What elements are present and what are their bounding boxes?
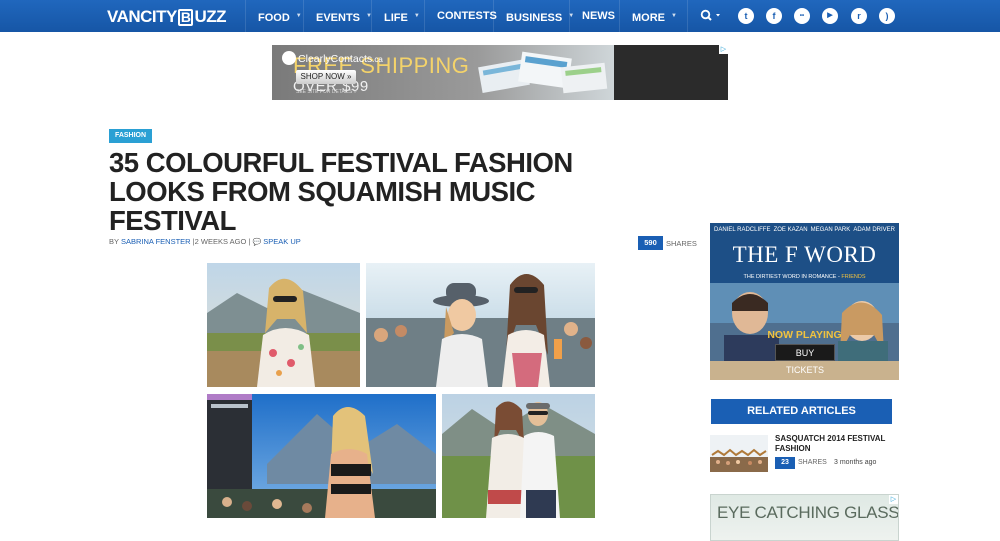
twitter-icon[interactable]: t bbox=[738, 8, 754, 24]
related-shares-label: SHARES bbox=[798, 459, 827, 466]
nav-item-label: MORE bbox=[632, 12, 665, 24]
now-playing-label: NOW PLAYING bbox=[767, 329, 842, 341]
cast-member: MEGAN PARK bbox=[810, 227, 851, 233]
banner-ad[interactable]: FREE SHIPPING OVER $99 ClearlyContacts.c… bbox=[272, 45, 728, 100]
article-title: 35 COLOURFUL FESTIVAL FASHION LOOKS FROM… bbox=[109, 147, 573, 236]
cast-member: ZOE KAZAN bbox=[773, 227, 808, 233]
byline-prefix: BY bbox=[109, 237, 119, 246]
related-article-time: 3 months ago bbox=[834, 459, 877, 466]
nav-item-label: BUSINESS bbox=[506, 12, 563, 24]
logo-text-b: B bbox=[177, 9, 194, 26]
logo-text-right: UZZ bbox=[194, 7, 227, 26]
movie-tagline: THE DIRTIEST WORD IN ROMANCE - FRIENDS bbox=[710, 274, 899, 280]
search-button[interactable] bbox=[700, 9, 722, 23]
author-link[interactable]: SABRINA FENSTER bbox=[121, 237, 191, 246]
nav-item-business[interactable]: BUSINESS ▼ bbox=[493, 0, 574, 32]
banner-ad-brand: ClearlyContacts.ca bbox=[282, 51, 383, 65]
nav-item-label: LIFE bbox=[384, 12, 408, 24]
byline-separator: | bbox=[248, 237, 251, 246]
nav-item-label: EVENTS bbox=[316, 12, 361, 24]
cast-member: ADAM DRIVER bbox=[853, 227, 895, 233]
banner-ad-brand-name: ClearlyContacts bbox=[298, 53, 373, 65]
related-articles-heading: RELATED ARTICLES bbox=[711, 399, 892, 424]
adchoices-icon[interactable]: ▷ bbox=[889, 495, 898, 504]
shop-now-button[interactable]: SHOP NOW » bbox=[296, 70, 356, 84]
cast-member: DANIEL RADCLIFFE bbox=[714, 227, 771, 233]
youtube-icon[interactable]: ▶ bbox=[822, 8, 838, 24]
publish-time: 2 WEEKS AGO bbox=[194, 237, 247, 246]
tagline-accent: FRIENDS bbox=[841, 274, 866, 280]
related-share-count: 23 bbox=[775, 457, 795, 469]
chevron-down-icon: ▼ bbox=[671, 13, 677, 19]
nav-item-label: NEWS bbox=[582, 10, 615, 22]
festival-photo-4[interactable] bbox=[442, 394, 595, 518]
contact-lens-boxes-image bbox=[478, 51, 608, 94]
speak-up-link[interactable]: 💬 SPEAK UP bbox=[252, 237, 300, 246]
logo-text-left: VANCITY bbox=[107, 7, 177, 26]
reddit-icon[interactable]: r bbox=[851, 8, 867, 24]
top-navigation-bar: VANCITY B UZZ FOOD ▼ EVENTS ▼ LIFE ▼ CONTESTS… bbox=[0, 0, 1000, 32]
banner-ad-details-link[interactable]: SEE SITE FOR DETAILS » bbox=[296, 89, 356, 95]
comment-icon: 💬 bbox=[252, 239, 262, 246]
nav-item-life[interactable]: LIFE ▼ bbox=[371, 0, 424, 32]
banner-ad-brand-suffix: .ca bbox=[372, 55, 383, 64]
tagline-main: THE DIRTIEST WORD IN ROMANCE - bbox=[743, 274, 842, 280]
nav-item-label: CONTESTS bbox=[437, 10, 497, 22]
facebook-icon[interactable]: f bbox=[766, 8, 782, 24]
nav-item-news[interactable]: NEWS bbox=[569, 0, 619, 32]
clearlycontacts-logo-icon bbox=[282, 51, 296, 65]
site-logo[interactable]: VANCITY B UZZ bbox=[107, 7, 227, 27]
nav-item-label: FOOD bbox=[258, 12, 290, 24]
movie-cast-list: DANIEL RADCLIFFE ZOE KAZAN MEGAN PARK AD… bbox=[714, 227, 895, 233]
nav-item-food[interactable]: FOOD ▼ bbox=[245, 0, 303, 32]
shares-label: SHARES bbox=[666, 239, 697, 248]
related-article-thumbnail[interactable] bbox=[710, 435, 768, 472]
category-tag[interactable]: FASHION bbox=[109, 129, 152, 143]
share-count-badge[interactable]: 590 bbox=[638, 236, 663, 250]
chevron-down-icon: ▼ bbox=[413, 13, 420, 19]
glasses-ad[interactable]: EYE CATCHING GLASSES ▷ bbox=[710, 494, 899, 541]
nav-item-more[interactable]: MORE ▼ bbox=[619, 0, 688, 32]
nav-item-contests[interactable]: CONTESTS bbox=[424, 0, 497, 32]
movie-title: THE F WORD bbox=[732, 242, 877, 267]
article-byline: BY SABRINA FENSTER |2 WEEKS AGO | 💬 SPEA… bbox=[109, 237, 301, 246]
festival-photo-2[interactable] bbox=[366, 263, 595, 387]
festival-photo-1[interactable] bbox=[207, 263, 360, 387]
nav-item-events[interactable]: EVENTS ▼ bbox=[303, 0, 372, 32]
search-icon bbox=[700, 9, 720, 21]
flickr-icon[interactable]: •• bbox=[794, 8, 810, 24]
adchoices-icon[interactable]: ▷ bbox=[719, 45, 728, 54]
chevron-down-icon: ▼ bbox=[295, 13, 302, 19]
movie-ad[interactable]: DANIEL RADCLIFFE ZOE KAZAN MEGAN PARK AD… bbox=[710, 223, 899, 380]
buy-tickets-button[interactable]: BUY TICKETS bbox=[775, 344, 835, 375]
banner-ad-right-panel bbox=[614, 45, 728, 100]
speak-up-label: SPEAK UP bbox=[263, 237, 301, 246]
related-article-title[interactable]: SASQUATCH 2014 FESTIVAL FASHION bbox=[775, 434, 893, 453]
glasses-ad-text: EYE CATCHING GLASSES bbox=[717, 503, 899, 522]
festival-photo-3[interactable] bbox=[207, 394, 436, 518]
rss-icon[interactable]: ) bbox=[879, 8, 895, 24]
